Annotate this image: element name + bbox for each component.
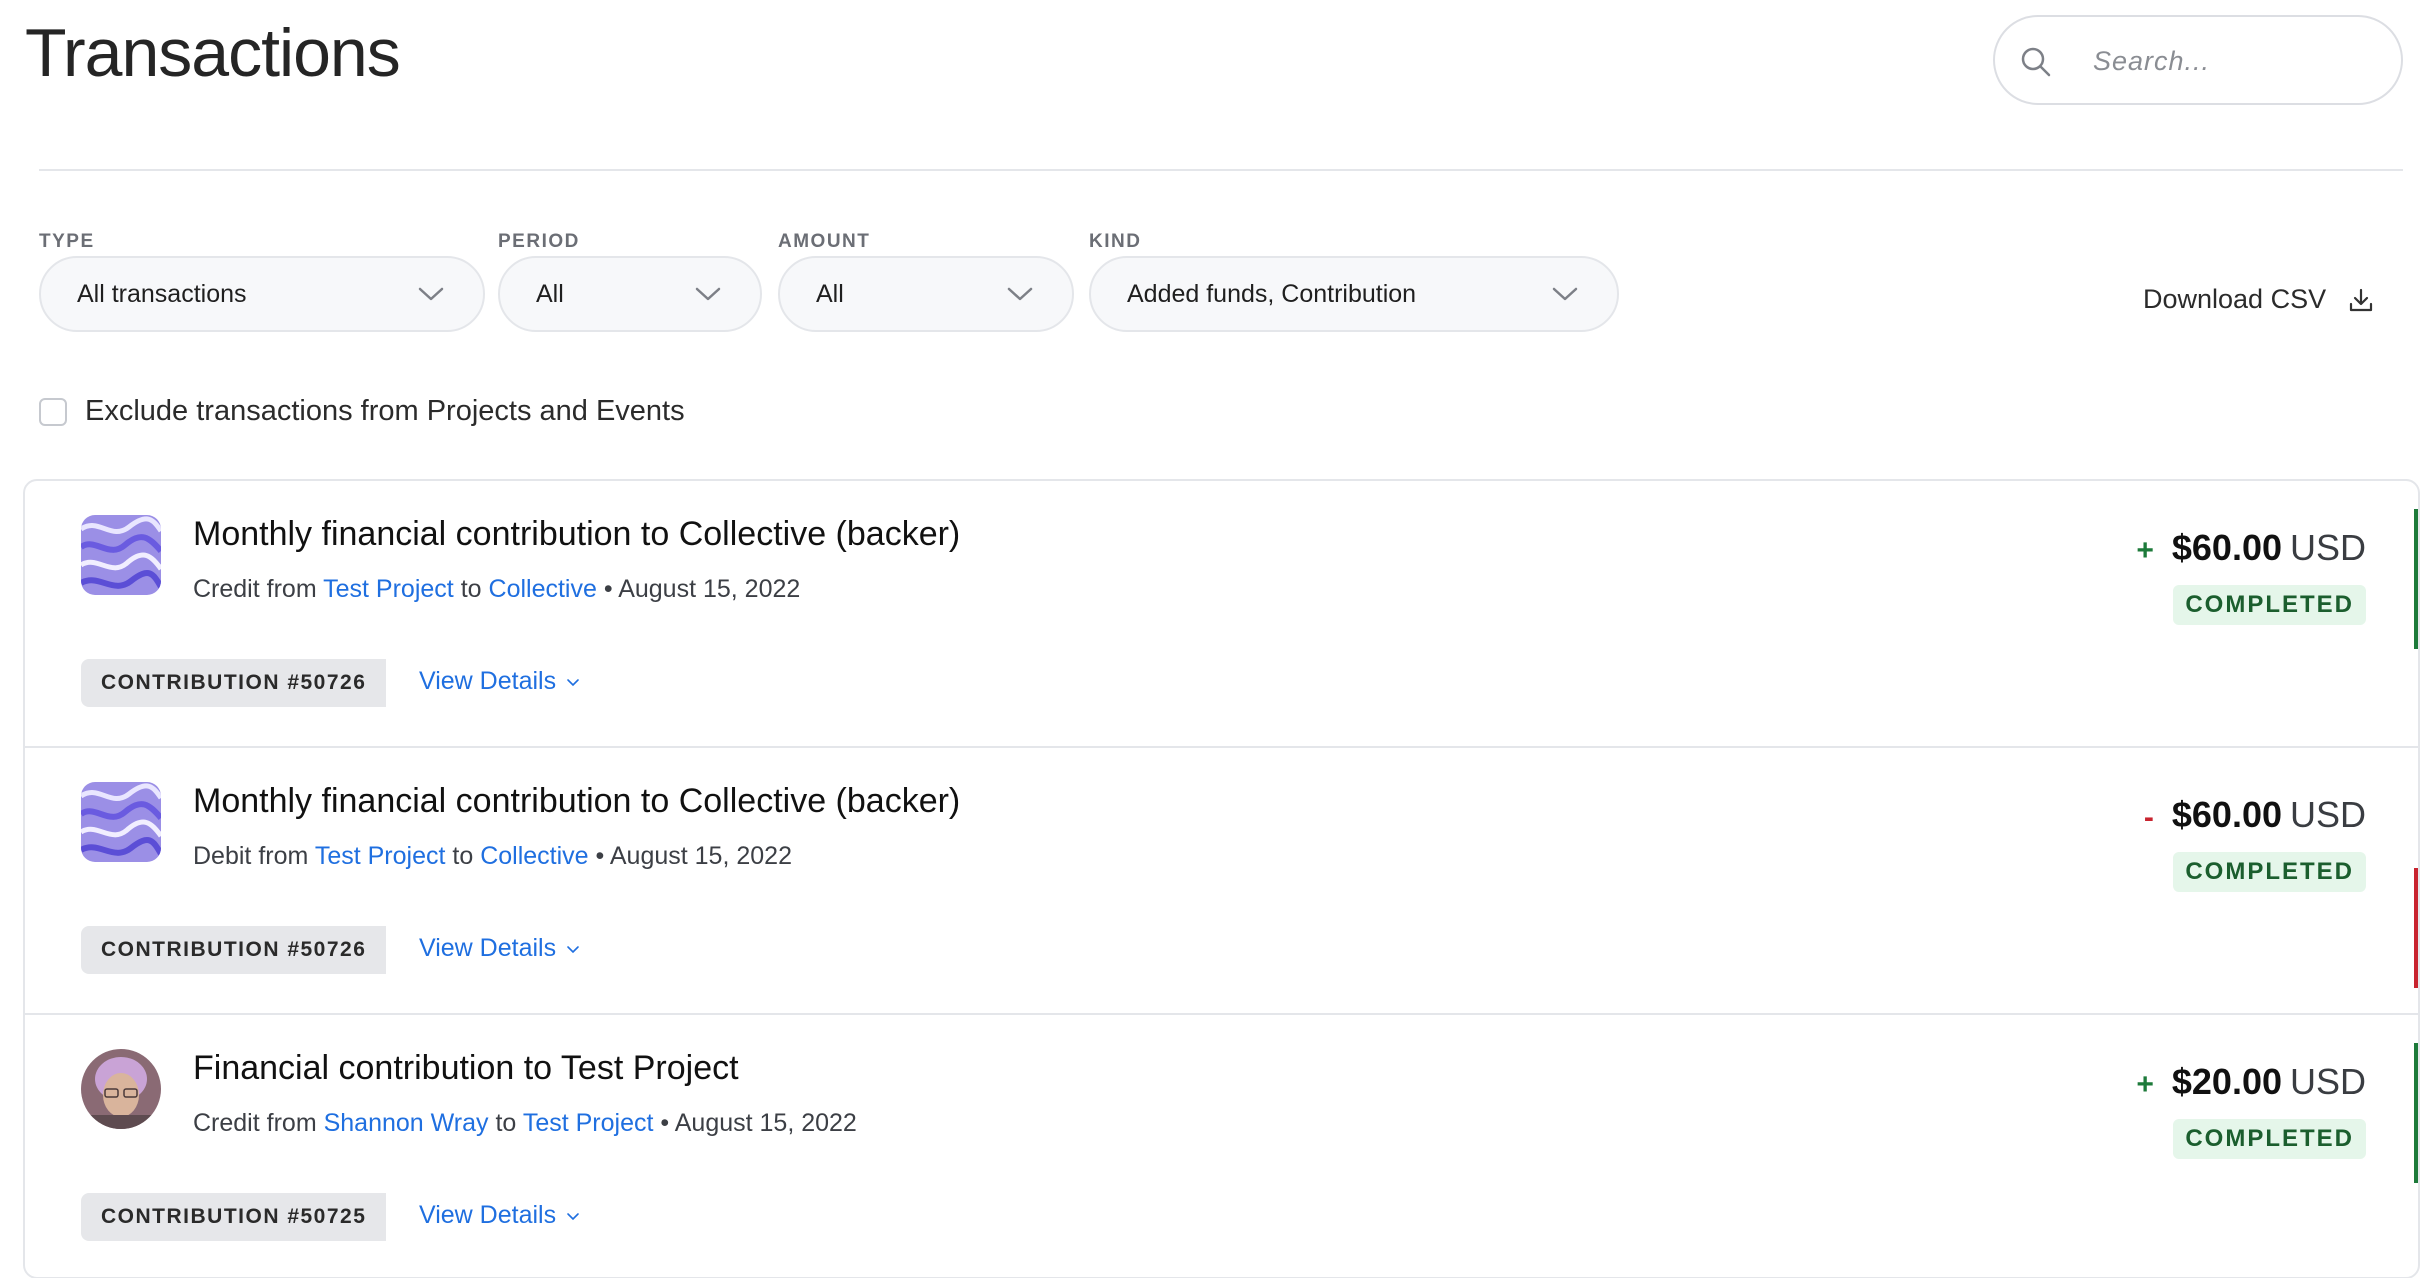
amount-currency: USD (2289, 1061, 2366, 1102)
from-word: from (258, 842, 309, 870)
transaction-row: Monthly financial contribution to Collec… (25, 481, 2418, 748)
transaction-title: Monthly financial contribution to Collec… (193, 515, 961, 553)
view-details-label: View Details (419, 667, 557, 695)
chevron-down-icon (418, 287, 444, 301)
pattern-avatar[interactable] (81, 515, 161, 595)
transaction-amount: + $20.00 USD (2136, 1061, 2366, 1103)
filter-amount-label: AMOUNT (778, 231, 871, 252)
filter-amount-select[interactable]: All (778, 256, 1074, 332)
transaction-subtitle: Credit from Shannon Wray to Test Project… (193, 1109, 857, 1138)
transaction-subtitle: Debit from Test Project to Collective • … (193, 842, 792, 871)
contribution-tag: CONTRIBUTION #50726 (81, 659, 387, 707)
page-title: Transactions (25, 15, 401, 91)
transactions-list: Monthly financial contribution to Collec… (23, 479, 2420, 1278)
transaction-date: August 15, 2022 (609, 842, 792, 870)
chevron-down-icon (1007, 287, 1033, 301)
chevron-down-icon (567, 945, 579, 953)
filter-period-label: PERIOD (498, 231, 580, 252)
transaction-direction: Credit (193, 575, 260, 603)
status-badge: COMPLETED (2173, 852, 2366, 892)
amount-sign: + (2136, 534, 2154, 567)
to-word: to (460, 575, 482, 603)
filter-period-value: All (536, 279, 564, 308)
to-account-link[interactable]: Collective (480, 842, 588, 870)
transaction-direction: Credit (193, 1109, 260, 1137)
filter-type-select[interactable]: All transactions (39, 256, 485, 332)
from-account-link[interactable]: Shannon Wray (324, 1109, 489, 1137)
header-divider (39, 169, 2403, 171)
amount-currency: USD (2289, 527, 2366, 568)
chevron-down-icon (567, 1212, 579, 1220)
from-account-link[interactable]: Test Project (315, 842, 446, 870)
status-badge: COMPLETED (2173, 585, 2366, 625)
transaction-amount: + $60.00 USD (2136, 527, 2366, 569)
transaction-amount: - $60.00 USD (2144, 794, 2366, 836)
separator-dot: • (660, 1109, 670, 1137)
download-csv-label: Download CSV (2143, 284, 2327, 314)
separator-dot: • (603, 575, 613, 603)
transaction-subtitle: Credit from Test Project to Collective •… (193, 575, 800, 604)
to-word: to (495, 1109, 517, 1137)
to-word: to (452, 842, 474, 870)
amount-sign: - (2143, 801, 2154, 834)
download-csv-button[interactable]: Download CSV (2143, 284, 2374, 315)
person-avatar[interactable] (81, 1049, 161, 1129)
transaction-row: Monthly financial contribution to Collec… (25, 748, 2418, 1015)
credit-accent-bar (2414, 1043, 2418, 1183)
transaction-title: Monthly financial contribution to Collec… (193, 782, 961, 820)
filter-kind-value: Added funds, Contribution (1127, 279, 1417, 308)
view-details-label: View Details (419, 1201, 557, 1229)
from-word: from (266, 1109, 317, 1137)
chevron-down-icon (695, 287, 721, 301)
debit-accent-bar (2414, 868, 2418, 988)
filter-amount-value: All (816, 279, 844, 308)
separator-dot: • (595, 842, 605, 870)
filter-type-value: All transactions (77, 279, 247, 308)
amount-value: $60.00 (2171, 527, 2282, 568)
transaction-row: Financial contribution to Test Project C… (25, 1015, 2418, 1277)
filter-kind-label: KIND (1089, 231, 1142, 252)
chevron-down-icon (1552, 287, 1578, 301)
amount-currency: USD (2289, 794, 2366, 835)
exclude-projects-row: Exclude transactions from Projects and E… (39, 395, 685, 428)
view-details-button[interactable]: View Details (419, 934, 580, 963)
download-icon (2349, 288, 2373, 311)
pattern-avatar[interactable] (81, 782, 161, 862)
view-details-button[interactable]: View Details (419, 1201, 580, 1230)
to-account-link[interactable]: Collective (489, 575, 597, 603)
search-input[interactable] (2093, 39, 2383, 83)
amount-value: $20.00 (2171, 1061, 2282, 1102)
search-box[interactable] (1993, 15, 2403, 105)
transaction-direction: Debit (193, 842, 252, 870)
chevron-down-icon (567, 678, 579, 686)
from-account-link[interactable]: Test Project (323, 575, 454, 603)
exclude-projects-label: Exclude transactions from Projects and E… (85, 395, 685, 427)
filter-type-label: TYPE (39, 231, 95, 252)
filter-kind-select[interactable]: Added funds, Contribution (1089, 256, 1619, 332)
transaction-date: August 15, 2022 (618, 575, 801, 603)
amount-sign: + (2136, 1068, 2154, 1101)
contribution-tag: CONTRIBUTION #50725 (81, 1193, 387, 1241)
contribution-tag: CONTRIBUTION #50726 (81, 926, 387, 974)
view-details-label: View Details (419, 934, 557, 962)
amount-value: $60.00 (2171, 794, 2282, 835)
transaction-date: August 15, 2022 (674, 1109, 857, 1137)
search-icon (2021, 47, 2051, 77)
status-badge: COMPLETED (2173, 1119, 2366, 1159)
credit-accent-bar (2414, 509, 2418, 649)
from-word: from (266, 575, 317, 603)
to-account-link[interactable]: Test Project (523, 1109, 654, 1137)
transaction-title: Financial contribution to Test Project (193, 1049, 739, 1087)
exclude-projects-checkbox[interactable] (39, 397, 67, 426)
view-details-button[interactable]: View Details (419, 667, 580, 696)
filter-period-select[interactable]: All (498, 256, 762, 332)
